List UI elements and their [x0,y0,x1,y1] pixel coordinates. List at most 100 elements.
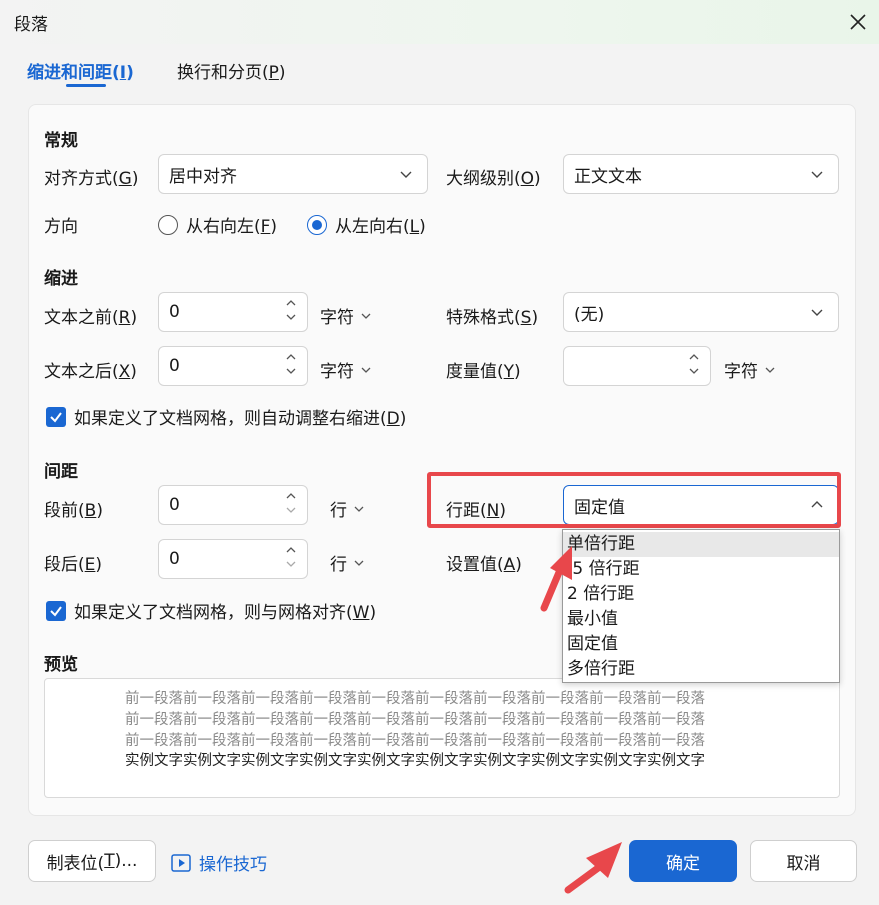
spacing-grid-label: 如果定义了文档网格，则与网格对齐(W) [74,603,377,623]
tab-indent-spacing-label: 缩进和间距( [27,63,120,83]
chevron-down-icon [811,309,823,316]
spinner[interactable] [285,297,297,323]
tips-link[interactable]: 操作技巧 [171,850,267,875]
unit-label: 行 [330,501,347,521]
measure-input[interactable] [563,346,711,386]
preview-prev-line: 前一段落前一段落前一段落前一段落前一段落前一段落前一段落前一段落前一段落前一段落 [125,691,705,707]
ok-button[interactable]: 确定 [629,840,737,882]
unit-label: 字符 [320,362,354,382]
indent-after-value: 0 [169,356,180,376]
tabs-button-label: 制表位( [46,853,105,874]
special-format-select[interactable]: (无) [563,292,839,332]
chevron-up-icon [286,493,296,499]
tabs-button-key: T [104,851,115,871]
ltr-label: 从左向右(L) [335,217,426,237]
tab-line-page-break-label: 换行和分页( [177,63,269,83]
spacing-grid-checkbox[interactable]: 如果定义了文档网格，则与网格对齐(W) [46,598,376,623]
radio-unchecked-icon [158,214,178,235]
indent-grid-checkbox[interactable]: 如果定义了文档网格，则自动调整右缩进(D) [46,404,406,429]
tab-indent-spacing[interactable]: 缩进和间距(I) [27,58,134,83]
space-after-input[interactable]: 0 [158,539,308,579]
chevron-up-icon [286,547,296,553]
cancel-button[interactable]: 取消 [750,840,857,882]
spinner[interactable] [688,351,700,377]
indent-before-value: 0 [169,302,180,322]
tips-link-label: 操作技巧 [199,855,267,875]
preview-prev-line: 前一段落前一段落前一段落前一段落前一段落前一段落前一段落前一段落前一段落前一段落 [125,733,705,749]
chevron-down-icon [689,368,699,374]
section-general-title: 常规 [44,131,78,151]
space-before-label: 段前(B) [44,501,103,521]
tabs-button-suffix: )... [114,851,138,871]
chevron-down-icon [361,367,371,373]
chevron-down-icon [811,171,823,178]
set-value-label: 设置值(A) [446,555,522,575]
preview-prev-line: 前一段落前一段落前一段落前一段落前一段落前一段落前一段落前一段落前一段落前一段落 [125,712,705,728]
indent-after-label: 文本之后(X) [44,362,137,382]
radio-checked-icon [307,214,327,235]
alignment-label: 对齐方式(G) [44,169,139,189]
option-single[interactable]: 单倍行距 [563,532,839,557]
indent-grid-label: 如果定义了文档网格，则自动调整右缩进(D) [74,409,407,429]
space-after-value: 0 [169,549,180,569]
chevron-down-icon [354,506,364,512]
measure-label: 度量值(Y) [446,362,521,382]
direction-label: 方向 [44,217,78,237]
unit-label: 字符 [320,308,354,328]
special-format-value: (无) [574,304,605,325]
rtl-label: 从右向左(F) [186,217,278,237]
window-title: 段落 [14,15,48,35]
space-after-label: 段后(E) [44,555,103,575]
chevron-down-icon [286,368,296,374]
space-before-value: 0 [169,495,180,515]
alignment-select[interactable]: 居中对齐 [158,154,428,194]
chevron-up-icon [286,300,296,306]
tabs-button[interactable]: 制表位(T)... [28,840,156,882]
checkmark-icon [46,600,66,621]
chevron-up-icon [286,354,296,360]
line-spacing-dropdown: 单倍行距 .5 倍行距 2 倍行距 最小值 固定值 多倍行距 [562,529,840,683]
rtl-radio[interactable]: 从右向左(F) [158,212,277,237]
tab-line-page-break[interactable]: 换行和分页(P) [177,58,286,83]
preview-sample-line: 实例文字实例文字实例文字实例文字实例文字实例文字实例文字实例文字实例文字实例文字 [125,753,705,769]
tab-line-page-break-key: P [268,63,279,83]
ltr-radio[interactable]: 从左向右(L) [307,212,426,237]
space-after-unit-select[interactable]: 行 [330,550,365,575]
outline-level-select[interactable]: 正文文本 [563,154,839,194]
indent-before-unit-select[interactable]: 字符 [320,303,372,328]
spinner[interactable] [285,544,297,570]
tab-indent-spacing-close: ) [126,63,134,83]
section-spacing-title: 间距 [44,462,78,482]
unit-label: 行 [330,555,347,575]
chevron-down-icon [286,507,296,513]
chevron-down-icon [286,561,296,567]
play-video-icon [171,853,191,872]
section-indent-title: 缩进 [44,269,78,289]
special-format-label: 特殊格式(S) [446,308,539,328]
option-multiple[interactable]: 多倍行距 [567,657,635,682]
active-tab-indicator [66,84,106,87]
pointer-arrow-icon [564,842,622,894]
title-bar [0,0,879,44]
indent-after-input[interactable]: 0 [158,346,308,386]
spinner[interactable] [285,351,297,377]
unit-label: 字符 [724,362,758,382]
preview-title: 预览 [44,655,78,675]
outline-level-value: 正文文本 [574,166,642,187]
chevron-up-icon [689,354,699,360]
option-exact[interactable]: 固定值 [567,632,618,657]
checkmark-icon [46,406,66,427]
pointer-arrow-icon [540,546,572,612]
spinner[interactable] [285,490,297,516]
measure-unit-select[interactable]: 字符 [724,357,776,382]
chevron-down-icon [354,560,364,566]
space-before-input[interactable]: 0 [158,485,308,525]
indent-before-label: 文本之前(R) [44,308,138,328]
space-before-unit-select[interactable]: 行 [330,496,365,521]
highlight-box [427,472,841,528]
close-button[interactable] [842,6,874,38]
indent-after-unit-select[interactable]: 字符 [320,357,372,382]
close-icon [850,14,866,30]
outline-level-label: 大纲级别(O) [446,169,541,189]
indent-before-input[interactable]: 0 [158,292,308,332]
